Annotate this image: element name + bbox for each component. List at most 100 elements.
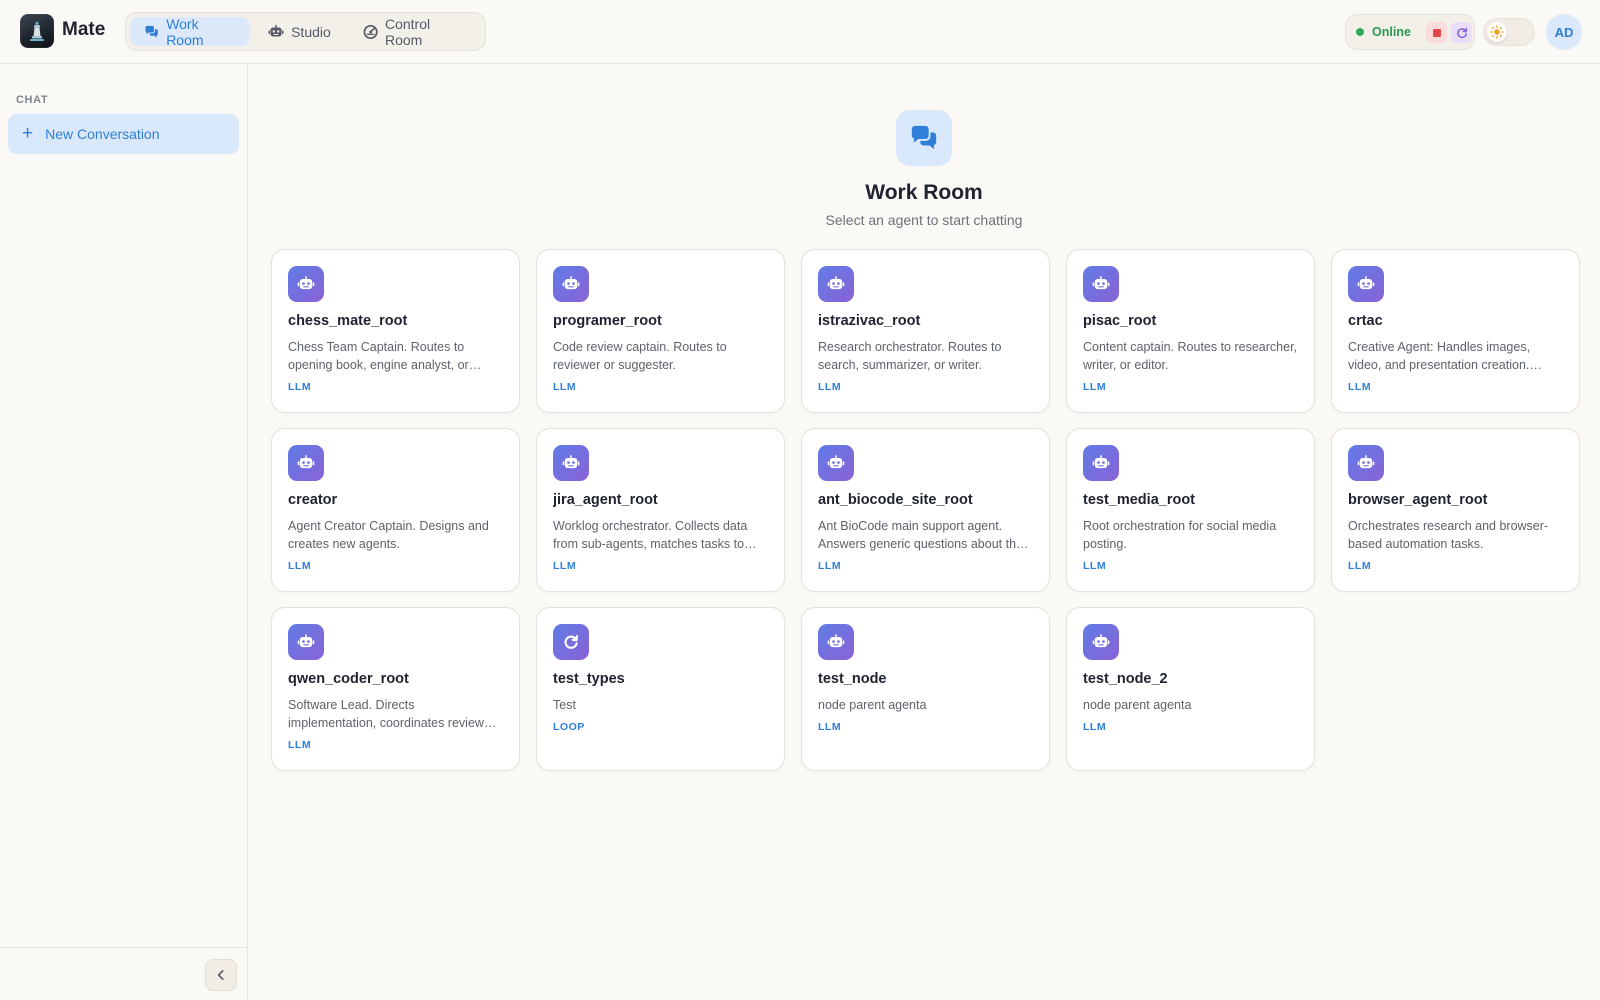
agent-description: Ant BioCode main support agent. Answers … — [818, 519, 1023, 551]
agent-name: test_node — [818, 671, 887, 687]
status-indicator — [1356, 28, 1364, 36]
tab-control-room[interactable]: Control Room — [349, 15, 481, 48]
stop-icon — [1432, 28, 1441, 37]
tab-work-room-label: Work Room — [166, 15, 204, 48]
sun-icon — [1490, 25, 1504, 39]
agent-robot-icon — [288, 624, 324, 660]
agent-card[interactable]: jira_agent_root Worklog orchestrator. Col… — [536, 428, 785, 592]
agent-name: test_types — [553, 671, 625, 687]
agent-robot-icon — [288, 266, 324, 302]
agent-description: Research orchestrator. Routes to search,… — [818, 340, 1002, 372]
agent-name: test_node_2 — [1083, 671, 1168, 687]
sidebar-section-label: CHAT — [16, 94, 49, 106]
new-conversation-label: New Conversation — [45, 126, 160, 142]
agent-description: Code review captain. Routes to reviewer … — [553, 340, 727, 372]
agent-type-badge: LOOP — [553, 721, 585, 733]
theme-toggle[interactable] — [1483, 18, 1535, 46]
agent-robot-icon — [553, 266, 589, 302]
agent-name: istrazivac_root — [818, 313, 921, 329]
agent-type-badge: LLM — [1083, 721, 1107, 733]
agent-type-badge: LLM — [818, 381, 842, 393]
agent-name: jira_agent_root — [553, 492, 658, 508]
tab-control-room-label: Control Room — [384, 15, 431, 48]
top-bar: Mate Work Room Studio Control Room Onlin… — [0, 0, 1600, 64]
agent-card[interactable]: crtac Creative Agent: Handles images, vid… — [1331, 249, 1580, 413]
agent-card[interactable]: chess_mate_root Chess Team Captain. Route… — [271, 249, 520, 413]
agent-type-badge: LLM — [1083, 381, 1107, 393]
agent-robot-icon — [818, 445, 854, 481]
collapse-sidebar-button[interactable] — [205, 959, 237, 991]
agent-type-badge: LLM — [553, 560, 577, 572]
tab-studio[interactable]: Studio — [254, 17, 345, 46]
agent-card[interactable]: ant_biocode_site_root Ant BioCode main su… — [801, 428, 1050, 592]
agent-robot-icon — [553, 445, 589, 481]
new-conversation-button[interactable]: + New Conversation — [8, 114, 239, 154]
agent-card[interactable]: test_types Test LOOP — [536, 607, 785, 771]
agent-name: qwen_coder_root — [288, 671, 409, 687]
agent-grid: chess_mate_root Chess Team Captain. Route… — [271, 249, 1580, 771]
agent-description: Creative Agent: Handles images, video, a… — [1348, 340, 1531, 372]
status-label: Online — [1372, 25, 1411, 39]
agent-card[interactable]: test_node_2node parent agenta LLM — [1066, 607, 1315, 771]
server-status: Online — [1345, 14, 1475, 50]
agent-card[interactable]: qwen_coder_root Software Lead. Directs im… — [271, 607, 520, 771]
sidebar-footer — [0, 947, 247, 1000]
agent-type-badge: LLM — [1083, 560, 1107, 572]
tab-work-room[interactable]: Work Room — [130, 15, 251, 48]
agent-robot-icon — [818, 266, 854, 302]
agent-card[interactable]: test_media_root Root orchestration for so… — [1066, 428, 1315, 592]
agent-description: Content captain. Routes to researcher, w… — [1083, 340, 1298, 372]
agent-robot-icon — [1348, 266, 1384, 302]
stop-button[interactable] — [1426, 22, 1447, 43]
agent-type-badge: LLM — [288, 381, 312, 393]
agent-robot-icon — [1083, 445, 1119, 481]
agent-name: crtac — [1348, 313, 1383, 329]
app-logo[interactable] — [20, 14, 54, 48]
agent-description: Chess Team Captain. Routes to opening bo… — [288, 340, 469, 372]
agent-card[interactable]: creator Agent Creator Captain. Designs an… — [271, 428, 520, 592]
agent-description: Agent Creator Captain. Designs and creat… — [288, 519, 489, 551]
page-title: Work Room — [865, 181, 983, 204]
agent-name: browser_agent_root — [1348, 492, 1488, 508]
toggle-knob — [1487, 22, 1507, 42]
agent-name: test_media_root — [1083, 492, 1196, 508]
agent-type-badge: LLM — [818, 721, 842, 733]
chat-bubbles-icon — [145, 25, 158, 38]
agent-robot-icon — [288, 445, 324, 481]
chat-bubbles-icon — [911, 125, 937, 150]
gauge-icon — [363, 24, 378, 39]
agent-type-badge: LLM — [288, 560, 312, 572]
sidebar: CHAT + New Conversation — [0, 64, 248, 1000]
agent-card[interactable]: pisac_root Content captain. Routes to res… — [1066, 249, 1315, 413]
agent-description: Root orchestration for social media post… — [1083, 519, 1277, 551]
agent-type-badge: LLM — [288, 739, 312, 751]
agent-name: ant_biocode_site_root — [818, 492, 973, 508]
agent-type-badge: LLM — [1348, 381, 1372, 393]
agent-name: pisac_root — [1083, 313, 1157, 329]
agent-card[interactable]: istrazivac_root Research orchestrator. Ro… — [801, 249, 1050, 413]
agent-type-badge: LLM — [1348, 560, 1372, 572]
agent-robot-icon — [1348, 445, 1384, 481]
work-room-hero-icon — [896, 110, 952, 166]
agent-name: programer_root — [553, 313, 662, 329]
loop-agent-icon — [553, 624, 589, 660]
agent-robot-icon — [1083, 266, 1119, 302]
user-avatar[interactable]: AD — [1546, 14, 1582, 50]
robot-icon — [268, 24, 284, 36]
agent-type-badge: LLM — [818, 560, 842, 572]
main-content: Work Room Select an agent to start chatt… — [248, 64, 1600, 1000]
agent-name: creator — [288, 492, 338, 508]
agent-card[interactable]: browser_agent_root Orchestrates research … — [1331, 428, 1580, 592]
agent-card[interactable]: programer_root Code review captain. Route… — [536, 249, 785, 413]
agent-type-badge: LLM — [553, 381, 577, 393]
refresh-icon — [1456, 27, 1467, 38]
agent-robot-icon — [818, 624, 854, 660]
agent-description: Software Lead. Directs implementation, c… — [288, 698, 502, 730]
agent-description: node parent agenta — [818, 698, 927, 712]
chess-piece-logo-icon — [30, 21, 44, 41]
chevron-left-icon — [217, 970, 224, 980]
restart-button[interactable] — [1451, 22, 1472, 43]
agent-description: node parent agenta — [1083, 698, 1192, 712]
agent-description: Worklog orchestrator. Collects data from… — [553, 519, 748, 551]
agent-card[interactable]: test_nodenode parent agenta LLM — [801, 607, 1050, 771]
